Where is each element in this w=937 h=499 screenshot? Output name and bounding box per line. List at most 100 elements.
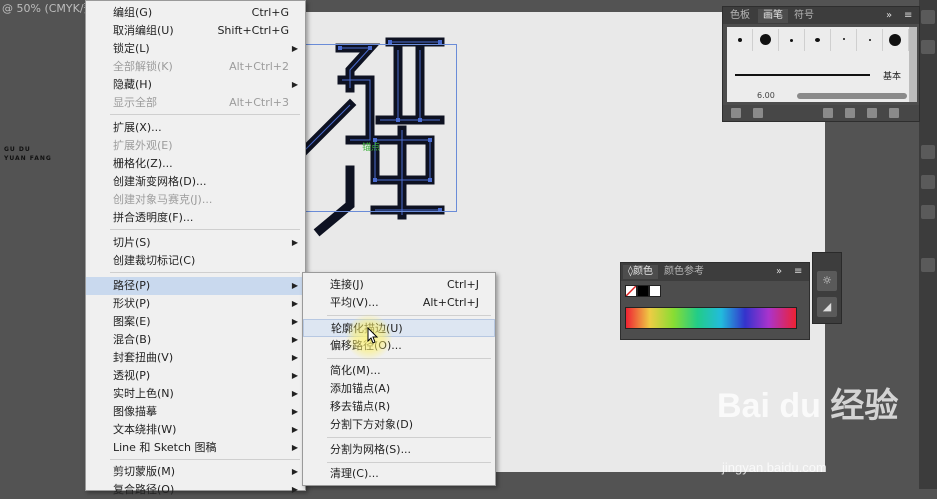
delete-brush-icon[interactable]	[889, 108, 899, 118]
scrollbar-thumb[interactable]	[921, 258, 935, 272]
brush-import-icon[interactable]	[753, 108, 763, 118]
panel-menu-icon[interactable]: ≡	[899, 9, 917, 23]
white-swatch[interactable]	[649, 285, 661, 297]
menu-item-hide[interactable]: 隐藏(H) ▶	[86, 76, 305, 94]
menu-item-label: 透视(P)	[113, 369, 151, 382]
none-swatch[interactable]	[625, 285, 637, 297]
brush-panel-tabs: 色板 画笔 符号 » ≡	[723, 7, 919, 24]
menu-item-rasterize[interactable]: 栅格化(Z)...	[86, 155, 305, 173]
brush-library-icon[interactable]	[731, 108, 741, 118]
menu-separator	[110, 229, 300, 230]
menu-item-shape[interactable]: 形状(P) ▶	[86, 295, 305, 313]
brush-panel-scrollbar[interactable]	[909, 27, 917, 102]
menu-item-ungroup[interactable]: 取消编组(U) Shift+Ctrl+G	[86, 22, 305, 40]
brush-swatch[interactable]	[779, 29, 805, 51]
color-spectrum[interactable]	[625, 307, 797, 329]
menu-item-perspective[interactable]: 透视(P) ▶	[86, 367, 305, 385]
menu-item-slice[interactable]: 切片(S) ▶	[86, 234, 305, 252]
panel-expand-icon[interactable]: »	[881, 9, 897, 23]
submenu-item-outline-stroke[interactable]: 轮廓化描边(U)	[303, 319, 495, 337]
menu-item-label: 扩展(X)...	[113, 121, 162, 134]
menu-item-label: 形状(P)	[113, 297, 151, 310]
tab-color[interactable]: ◊颜色	[623, 265, 658, 279]
panel-icon[interactable]	[921, 205, 935, 219]
menu-item-label: 创建裁切标记(C)	[113, 254, 196, 267]
tab-symbols[interactable]: 符号	[789, 9, 819, 23]
menu-item-pattern[interactable]: 图案(E) ▶	[86, 313, 305, 331]
submenu-item-label: 清理(C)...	[330, 467, 379, 480]
menu-item-label: 剪切蒙版(M)	[113, 465, 176, 478]
submenu-item-split-into-grid[interactable]: 分割为网格(S)...	[303, 441, 495, 459]
menu-item-shortcut: Alt+Ctrl+3	[229, 96, 289, 109]
submenu-arrow-icon: ▶	[291, 238, 298, 247]
menu-item-clipping-mask[interactable]: 剪切蒙版(M) ▶	[86, 463, 305, 481]
options-icon[interactable]	[845, 108, 855, 118]
panel-icon[interactable]	[921, 40, 935, 54]
tab-color-guide[interactable]: 颜色参考	[659, 265, 709, 279]
submenu-item-average[interactable]: 平均(V)... Alt+Ctrl+J	[303, 294, 495, 312]
menu-item-create-gradient-mesh[interactable]: 创建渐变网格(D)...	[86, 173, 305, 191]
menu-item-lock[interactable]: 锁定(L) ▶	[86, 40, 305, 58]
menu-item-blend[interactable]: 混合(B) ▶	[86, 331, 305, 349]
menu-item-label: 栅格化(Z)...	[113, 157, 173, 170]
brush-swatch[interactable]	[883, 29, 909, 51]
menu-item-compound-path[interactable]: 复合路径(O) ▶	[86, 481, 305, 499]
panel-expand-icon[interactable]: »	[771, 265, 787, 279]
submenu-item-offset-path[interactable]: 偏移路径(O)...	[303, 337, 495, 355]
submenu-item-join[interactable]: 连接(J) Ctrl+J	[303, 276, 495, 294]
watermark-brand: Bai du 经验	[717, 387, 899, 425]
menu-item-label: 编组(G)	[113, 6, 153, 19]
tab-swatches[interactable]: 色板	[725, 9, 755, 23]
menu-item-text-wrap[interactable]: 文本绕排(W) ▶	[86, 421, 305, 439]
submenu-item-clean-up[interactable]: 清理(C)...	[303, 465, 495, 483]
submenu-item-add-anchor-points[interactable]: 添加锚点(A)	[303, 380, 495, 398]
tab-brushes[interactable]: 画笔	[758, 9, 788, 23]
color-panel-tabs: ◊颜色 颜色参考 » ≡	[621, 263, 809, 281]
art-brush-stroke[interactable]	[797, 93, 907, 99]
document-tab-title[interactable]: @ 50% (CMYK/预	[2, 0, 95, 16]
object-menu: 编组(G) Ctrl+G 取消编组(U) Shift+Ctrl+G 锁定(L) ▶ 全…	[85, 0, 306, 496]
menu-item-path[interactable]: 路径(P) ▶	[86, 277, 305, 295]
menu-item-label: 切片(S)	[113, 236, 151, 249]
menu-item-line-sketch-art[interactable]: Line 和 Sketch 图稿 ▶	[86, 439, 305, 457]
brush-swatch[interactable]	[727, 29, 753, 51]
menu-item-create-trim-marks[interactable]: 创建裁切标记(C)	[86, 252, 305, 270]
brush-library: 基本 6.00	[727, 27, 909, 102]
menu-item-label: 拼合透明度(F)...	[113, 211, 194, 224]
collapse-icon[interactable]	[921, 10, 935, 24]
menu-separator	[327, 462, 491, 463]
panel-menu-icon[interactable]: ≡	[789, 265, 807, 279]
color-quick-swatches	[625, 285, 665, 297]
menu-item-group[interactable]: 编组(G) Ctrl+G	[86, 4, 305, 22]
menu-item-label: 扩展外观(E)	[113, 139, 173, 152]
submenu-item-label: 移去锚点(R)	[330, 400, 391, 413]
submenu-item-remove-anchor-points[interactable]: 移去锚点(R)	[303, 398, 495, 416]
selection-bounding-box[interactable]	[283, 44, 457, 212]
panel-icon[interactable]	[921, 145, 935, 159]
path-submenu: 连接(J)Ctrl+J 平均(V)...Alt+Ctrl+J 轮廓化描边(U) …	[302, 272, 496, 486]
panel-icon[interactable]	[921, 175, 935, 189]
gradient-icon[interactable]: ◢	[817, 297, 837, 317]
menu-separator	[110, 114, 300, 115]
brush-swatch[interactable]	[857, 29, 883, 51]
menu-item-envelope-distort[interactable]: 封套扭曲(V) ▶	[86, 349, 305, 367]
submenu-item-simplify[interactable]: 简化(M)...	[303, 362, 495, 380]
new-brush-icon[interactable]	[867, 108, 877, 118]
submenu-item-label: 连接(J)	[330, 278, 364, 291]
basic-brush-line[interactable]	[735, 74, 870, 76]
menu-item-image-trace[interactable]: 图像描摹 ▶	[86, 403, 305, 421]
submenu-item-divide-objects-below[interactable]: 分割下方对象(D)	[303, 416, 495, 434]
submenu-arrow-icon: ▶	[291, 467, 298, 476]
remove-stroke-icon[interactable]	[823, 108, 833, 118]
menu-item-live-paint[interactable]: 实时上色(N) ▶	[86, 385, 305, 403]
brush-swatch[interactable]	[831, 29, 857, 51]
color-panel: ◊颜色 颜色参考 » ≡	[620, 262, 810, 340]
brush-swatch[interactable]	[805, 29, 831, 51]
black-swatch[interactable]	[637, 285, 649, 297]
menu-item-expand[interactable]: 扩展(X)...	[86, 119, 305, 137]
palette-icon[interactable]: ☼	[817, 271, 837, 291]
submenu-arrow-icon: ▶	[291, 299, 298, 308]
brush-swatch[interactable]	[753, 29, 779, 51]
menu-item-expand-appearance: 扩展外观(E)	[86, 137, 305, 155]
menu-item-flatten-transparency[interactable]: 拼合透明度(F)...	[86, 209, 305, 227]
